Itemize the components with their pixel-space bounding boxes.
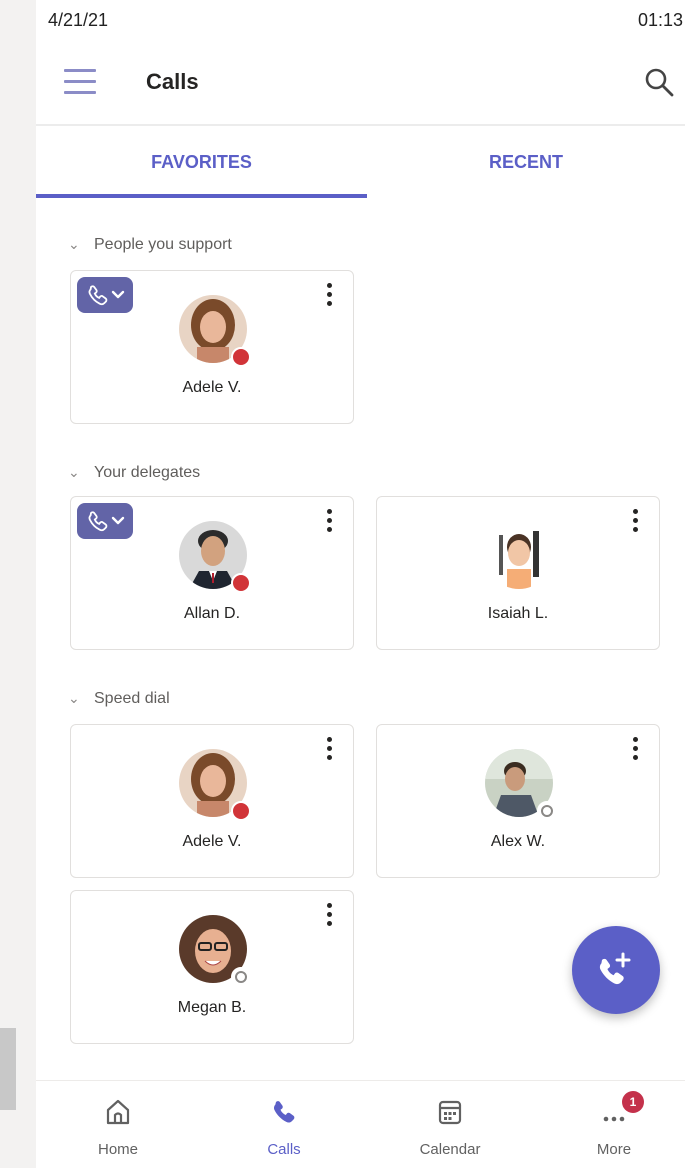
more-options-icon[interactable] <box>327 737 333 763</box>
contact-name: Megan B. <box>177 999 247 1016</box>
tab-bar: FAVORITES RECENT <box>36 126 685 198</box>
phone-chevron-icon <box>88 285 125 306</box>
section-speed-dial[interactable]: ⌄ Speed dial <box>68 690 170 716</box>
home-icon <box>106 1099 130 1125</box>
contact-card-adele-support[interactable]: Adele V. <box>70 270 354 424</box>
teams-calls-app: 4/21/21 01:13 Calls FAVORITES RECENT ⌄ Pe… <box>36 0 685 1169</box>
bottom-navigation: Home Calls Calendar 1 More <box>36 1080 685 1169</box>
notification-badge: 1 <box>622 1091 644 1113</box>
contact-card-alex[interactable]: Alex W. <box>376 724 660 878</box>
hamburger-icon[interactable] <box>64 69 96 95</box>
call-options-button[interactable] <box>77 277 133 313</box>
tab-recent[interactable]: RECENT <box>367 126 685 198</box>
contact-name: Adele V. <box>182 379 242 396</box>
nav-more[interactable]: 1 More <box>554 1081 674 1169</box>
more-options-icon[interactable] <box>633 509 639 535</box>
avatar <box>485 521 553 589</box>
more-options-icon[interactable] <box>327 903 333 929</box>
presence-away-indicator <box>231 967 251 987</box>
presence-busy-indicator <box>231 347 251 367</box>
add-call-icon <box>599 952 631 985</box>
section-title: Speed dial <box>94 690 170 707</box>
contact-name: Allan D. <box>183 605 241 622</box>
contact-card-allan[interactable]: Allan D. <box>70 496 354 650</box>
page-title: Calls <box>146 69 199 94</box>
nav-label: More <box>596 1141 632 1158</box>
nav-calls[interactable]: Calls <box>224 1081 344 1169</box>
chevron-down-icon: ⌄ <box>68 690 80 706</box>
status-time: 01:13 <box>637 10 683 30</box>
app-header: Calls <box>36 42 685 126</box>
contact-card-isaiah[interactable]: Isaiah L. <box>376 496 660 650</box>
phone-chevron-icon <box>88 511 125 532</box>
presence-busy-indicator <box>231 801 251 821</box>
status-bar: 4/21/21 01:13 <box>36 0 685 42</box>
nav-home[interactable]: Home <box>58 1081 178 1169</box>
contact-name: Adele V. <box>182 833 242 850</box>
status-date: 4/21/21 <box>48 10 109 30</box>
tab-favorites[interactable]: FAVORITES <box>36 126 367 198</box>
section-your-delegates[interactable]: ⌄ Your delegates <box>68 464 200 490</box>
nav-label: Home <box>97 1141 138 1158</box>
new-call-button[interactable] <box>572 926 660 1014</box>
more-options-icon[interactable] <box>633 737 639 763</box>
call-options-button[interactable] <box>77 503 133 539</box>
nav-calendar[interactable]: Calendar <box>390 1081 510 1169</box>
phone-icon <box>274 1101 295 1123</box>
left-edge-panel <box>0 0 36 1168</box>
presence-away-indicator <box>537 801 557 821</box>
nav-label: Calendar <box>419 1141 481 1158</box>
contact-card-adele-speed[interactable]: Adele V. <box>70 724 354 878</box>
contact-name: Isaiah L. <box>487 605 549 622</box>
nav-label: Calls <box>267 1141 301 1158</box>
calendar-icon <box>438 1100 462 1125</box>
chevron-down-icon: ⌄ <box>68 236 80 252</box>
more-options-icon[interactable] <box>327 509 333 535</box>
left-edge-shade <box>0 1028 16 1110</box>
presence-busy-indicator <box>231 573 251 593</box>
search-icon[interactable] <box>643 66 675 98</box>
section-title: Your delegates <box>94 464 201 481</box>
section-people-you-support[interactable]: ⌄ People you support <box>68 236 232 262</box>
tab-selected-indicator <box>36 194 367 198</box>
contact-name: Alex W. <box>490 833 546 850</box>
chevron-down-icon: ⌄ <box>68 464 80 480</box>
section-title: People you support <box>94 236 232 253</box>
more-options-icon[interactable] <box>327 283 333 309</box>
contact-card-megan[interactable]: Megan B. <box>70 890 354 1044</box>
